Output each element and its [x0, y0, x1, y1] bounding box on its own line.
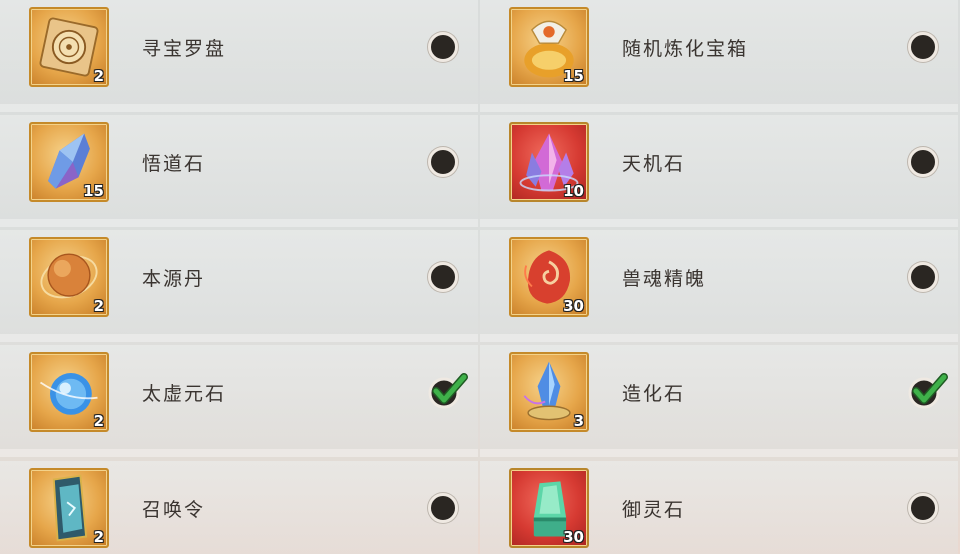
- item-count: 15: [83, 182, 104, 200]
- item-count: 2: [93, 528, 104, 546]
- item-icon-frame: 10: [509, 122, 589, 202]
- select-radio[interactable]: [428, 147, 458, 177]
- item-name: 御灵石: [622, 499, 686, 521]
- select-radio[interactable]: [908, 493, 938, 523]
- select-radio[interactable]: [908, 262, 938, 292]
- item-icon-frame: 2: [29, 352, 109, 432]
- item-name: 本源丹: [142, 268, 206, 290]
- item-row[interactable]: 2 寻宝罗盘: [0, 0, 478, 112]
- item-icon-frame: 2: [29, 237, 109, 317]
- item-count: 30: [563, 297, 584, 315]
- item-name: 造化石: [622, 383, 686, 405]
- item-name: 悟道石: [142, 153, 206, 175]
- selected-check-icon[interactable]: [908, 369, 948, 409]
- item-icon-frame: 15: [509, 7, 589, 87]
- item-count: 2: [93, 297, 104, 315]
- item-count: 3: [573, 412, 584, 430]
- item-row[interactable]: 15 悟道石: [0, 115, 478, 227]
- right-item-column: 15 随机炼化宝箱 10 天机石 30 兽魂精魄 3 造化石 30 御灵石: [478, 0, 958, 554]
- left-item-column: 2 寻宝罗盘 15 悟道石 2 本源丹 2 太虚元石 2 召唤令: [0, 0, 478, 554]
- select-radio[interactable]: [428, 262, 458, 292]
- item-name: 天机石: [622, 153, 686, 175]
- select-radio[interactable]: [428, 493, 458, 523]
- item-row[interactable]: 15 随机炼化宝箱: [480, 0, 958, 112]
- item-selection-grid: 2 寻宝罗盘 15 悟道石 2 本源丹 2 太虚元石 2 召唤令 15 随机炼化宝箱 10 天机石 30 兽…: [0, 0, 960, 554]
- select-radio[interactable]: [908, 32, 938, 62]
- item-row[interactable]: 3 造化石: [480, 345, 958, 457]
- item-name: 召唤令: [142, 499, 206, 521]
- item-count: 30: [563, 528, 584, 546]
- select-radio[interactable]: [908, 147, 938, 177]
- item-name: 随机炼化宝箱: [622, 38, 749, 60]
- item-icon-frame: 15: [29, 122, 109, 202]
- item-row[interactable]: 2 召唤令: [0, 461, 478, 554]
- item-row[interactable]: 2 太虚元石: [0, 345, 478, 457]
- item-row[interactable]: 30 御灵石: [480, 461, 958, 554]
- item-icon-frame: 2: [29, 7, 109, 87]
- item-row[interactable]: 10 天机石: [480, 115, 958, 227]
- item-count: 10: [563, 182, 584, 200]
- item-name: 太虚元石: [142, 383, 227, 405]
- item-row[interactable]: 2 本源丹: [0, 230, 478, 342]
- item-count: 2: [93, 67, 104, 85]
- item-icon-frame: 3: [509, 352, 589, 432]
- item-count: 15: [563, 67, 584, 85]
- item-icon-frame: 30: [509, 237, 589, 317]
- item-name: 兽魂精魄: [622, 268, 707, 290]
- item-count: 2: [93, 412, 104, 430]
- selected-check-icon[interactable]: [428, 369, 468, 409]
- item-icon-frame: 30: [509, 468, 589, 548]
- item-name: 寻宝罗盘: [142, 38, 227, 60]
- select-radio[interactable]: [428, 32, 458, 62]
- item-row[interactable]: 30 兽魂精魄: [480, 230, 958, 342]
- item-icon-frame: 2: [29, 468, 109, 548]
